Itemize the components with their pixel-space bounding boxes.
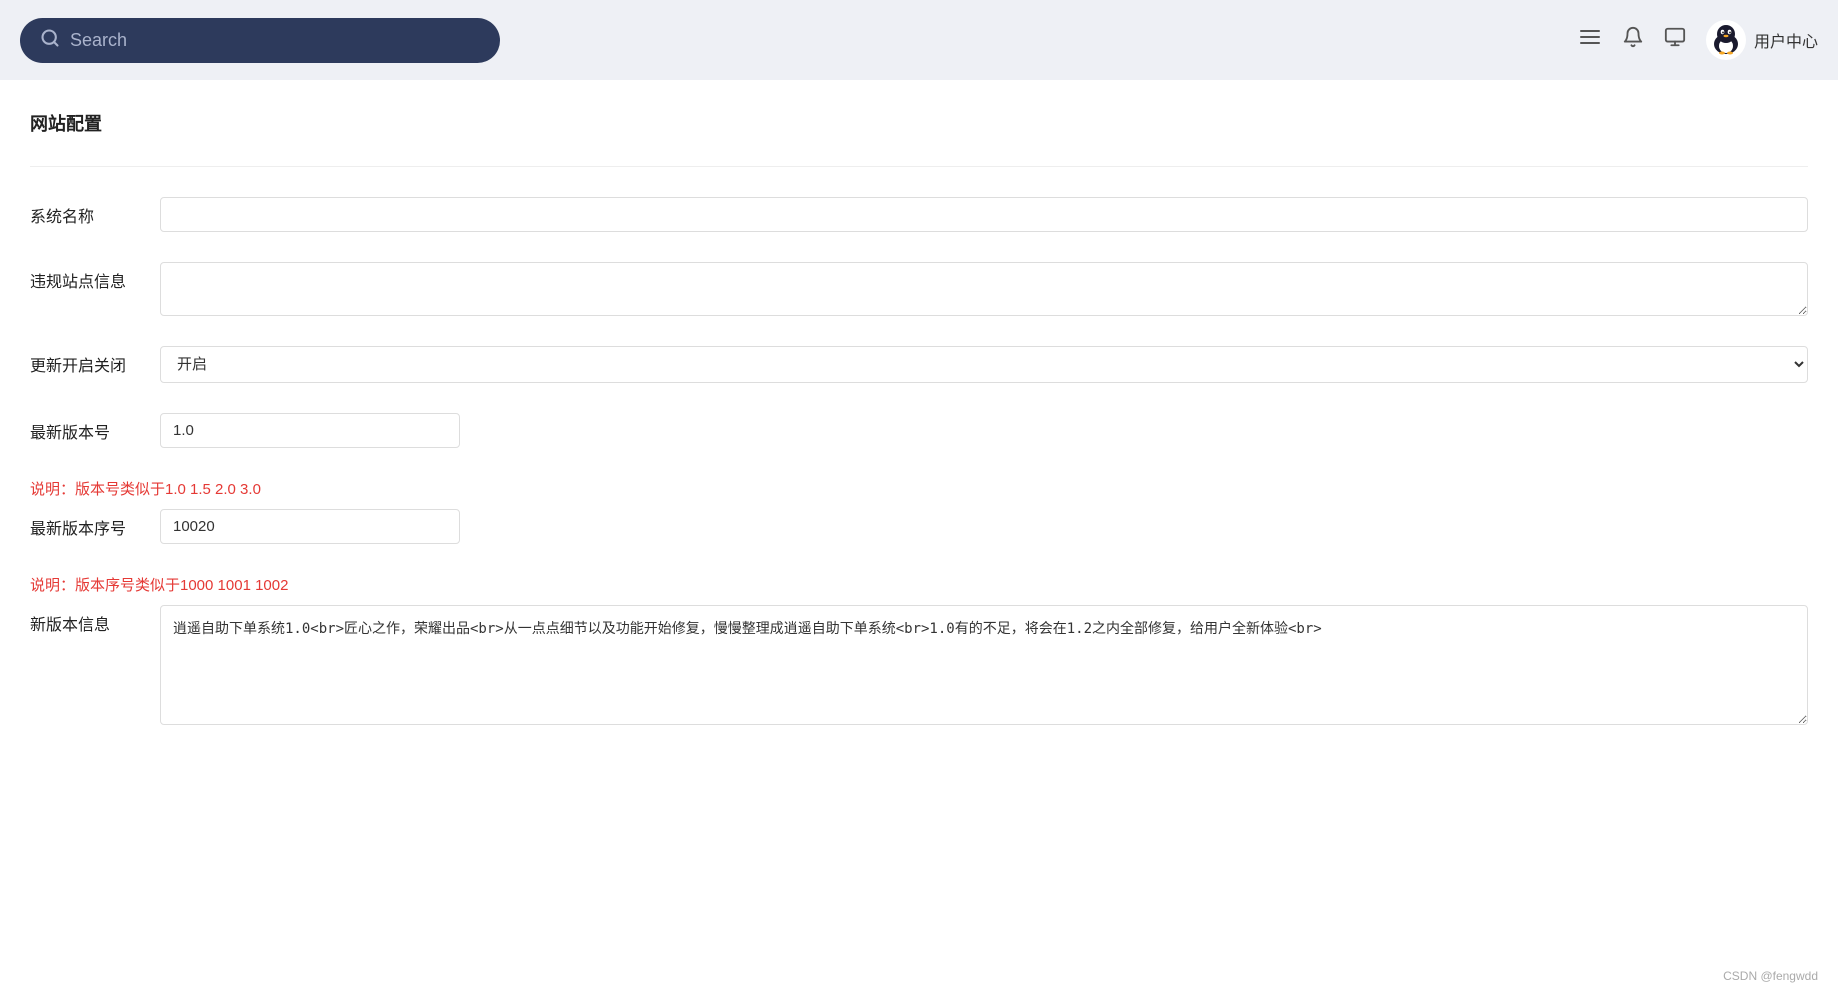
latest-version-label: 最新版本号 xyxy=(30,413,140,443)
latest-version-input[interactable] xyxy=(160,413,460,448)
bell-icon[interactable] xyxy=(1622,26,1644,54)
update-toggle-row: 更新开启关闭 开启 关闭 xyxy=(30,346,1808,383)
update-toggle-select[interactable]: 开启 关闭 xyxy=(160,346,1808,383)
new-version-info-row: 新版本信息 逍遥自助下单系统1.0<br>匠心之作，荣耀出品<br>从一点点细节… xyxy=(30,605,1808,725)
version-hint-1: 说明：版本号类似于1.0 1.5 2.0 3.0 xyxy=(30,478,1808,509)
new-version-info-textarea[interactable]: 逍遥自助下单系统1.0<br>匠心之作，荣耀出品<br>从一点点细节以及功能开始… xyxy=(160,605,1808,725)
main-content: 网站配置 系统名称 违规站点信息 更新开启关闭 开启 关闭 最新版本号 说明：版… xyxy=(0,80,1838,993)
watermark: CSDN @fengwdd xyxy=(1723,969,1818,983)
update-toggle-label: 更新开启关闭 xyxy=(30,346,140,376)
system-name-row: 系统名称 xyxy=(30,197,1808,232)
search-bar[interactable] xyxy=(20,18,500,63)
screen-icon[interactable] xyxy=(1664,26,1686,54)
search-icon xyxy=(40,28,60,53)
latest-version-row: 最新版本号 xyxy=(30,413,1808,448)
system-name-label: 系统名称 xyxy=(30,197,140,227)
header-right: 用户中心 xyxy=(1578,20,1818,60)
menu-icon[interactable] xyxy=(1578,25,1602,55)
user-center[interactable]: 用户中心 xyxy=(1706,20,1818,60)
violation-info-label: 违规站点信息 xyxy=(30,262,140,292)
user-label: 用户中心 xyxy=(1754,28,1818,52)
search-input[interactable] xyxy=(70,30,480,51)
latest-version-seq-label: 最新版本序号 xyxy=(30,509,140,539)
new-version-info-label: 新版本信息 xyxy=(30,605,140,635)
version-hint-2: 说明：版本序号类似于1000 1001 1002 xyxy=(30,574,1808,605)
page-title: 网站配置 xyxy=(30,100,1808,156)
form-section: 系统名称 违规站点信息 更新开启关闭 开启 关闭 最新版本号 说明：版本号类似于… xyxy=(30,177,1808,775)
avatar xyxy=(1706,20,1746,60)
latest-version-seq-input[interactable] xyxy=(160,509,460,544)
latest-version-seq-row: 最新版本序号 xyxy=(30,509,1808,544)
violation-info-row: 违规站点信息 xyxy=(30,262,1808,316)
violation-info-textarea[interactable] xyxy=(160,262,1808,316)
divider xyxy=(30,166,1808,167)
header: 用户中心 xyxy=(0,0,1838,80)
system-name-input[interactable] xyxy=(160,197,1808,232)
